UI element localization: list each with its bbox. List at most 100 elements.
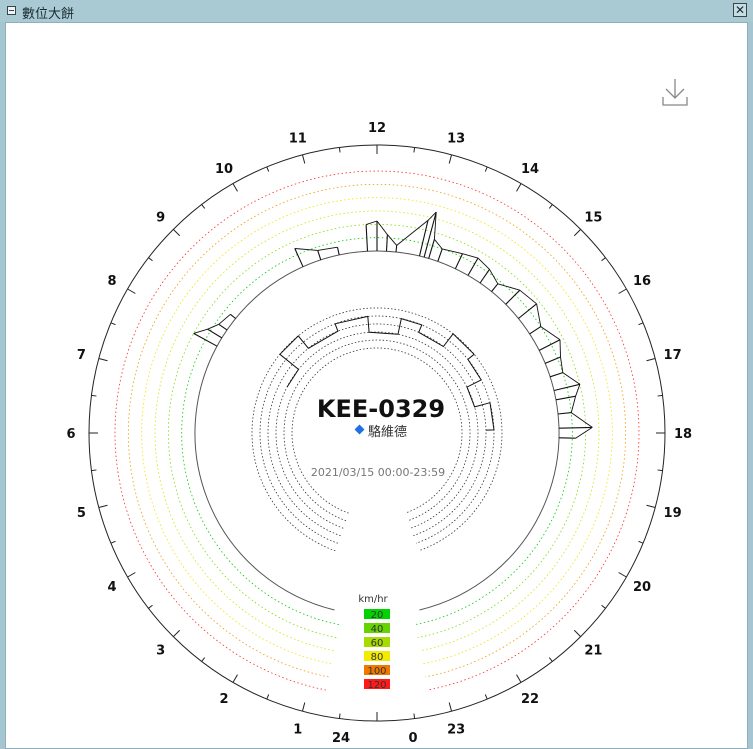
dial-tick xyxy=(266,166,270,172)
speed-trace xyxy=(462,253,479,259)
date-range: 2021/03/15 00:00-23:59 xyxy=(311,466,445,479)
dial-tick xyxy=(618,288,627,294)
dial-tick xyxy=(516,674,522,683)
dial-tick xyxy=(127,288,136,294)
speed-bar xyxy=(294,248,304,267)
close-button[interactable]: ✕ xyxy=(733,3,747,17)
dial-tick xyxy=(98,504,108,509)
diamond-icon xyxy=(354,424,365,435)
dial-tick xyxy=(201,204,206,209)
speed-bar xyxy=(467,257,479,276)
speed-bar xyxy=(336,247,340,256)
hour-label-12: 12 xyxy=(368,121,386,136)
speed-trace xyxy=(575,384,581,397)
hour-label-0: 0 xyxy=(408,731,417,746)
hour-label-22: 22 xyxy=(521,692,539,707)
speed-trace xyxy=(540,326,561,341)
speed-legend: km/hr 20 40 60 80 100 120 xyxy=(358,594,390,691)
speed-bar xyxy=(558,426,593,429)
dial-tick xyxy=(573,228,582,237)
hour-label-11: 11 xyxy=(289,131,307,146)
dial-tick xyxy=(601,604,606,609)
dial-tick xyxy=(232,183,238,192)
speed-trace xyxy=(294,248,318,251)
hour-label-14: 14 xyxy=(521,162,539,177)
hour-label-15: 15 xyxy=(584,211,602,226)
hour-label-6: 6 xyxy=(66,427,75,442)
speed-trace xyxy=(387,234,398,246)
hour-label-10: 10 xyxy=(215,162,233,177)
speed-bar xyxy=(207,328,223,339)
speed-bar xyxy=(193,332,218,347)
speed-trace xyxy=(317,246,338,251)
legend-label-80: 80 xyxy=(371,652,384,663)
title-bar[interactable]: 數位大餅 ✕ xyxy=(0,0,753,22)
legend-label-120: 120 xyxy=(367,680,386,691)
dial-tick xyxy=(148,257,153,262)
dial-tick xyxy=(266,694,270,700)
radial-speed-chart: 0123456789101112131415161718192021222324… xyxy=(66,77,692,746)
speed-trace xyxy=(562,372,581,385)
legend-label-40: 40 xyxy=(371,624,384,635)
speed-bar xyxy=(544,356,561,364)
hour-label-4: 4 xyxy=(107,580,116,595)
dial-tick xyxy=(172,629,181,638)
dial-tick xyxy=(232,674,238,683)
dial-tick xyxy=(413,713,416,719)
hour-label-18: 18 xyxy=(674,427,692,442)
dial-tick xyxy=(172,228,181,237)
dial-tick xyxy=(127,572,136,578)
download-icon[interactable] xyxy=(660,77,690,107)
dial-tick xyxy=(110,322,116,326)
speed-bar xyxy=(538,339,561,351)
app-window: 數位大餅 ✕ 0 1 2 3 4 5 6 7 8 9 10 11 12 13 14 15 16 17 18 19 20 2… xyxy=(0,0,753,749)
speed-trace xyxy=(560,356,564,373)
speed-trace xyxy=(193,328,208,334)
speed-bar xyxy=(557,412,572,415)
speed-bar xyxy=(317,250,322,261)
hour-label-7: 7 xyxy=(77,348,86,363)
speed-bar xyxy=(454,253,463,269)
speed-bar xyxy=(549,372,563,378)
hour-label-16: 16 xyxy=(633,274,651,289)
driver-name: 駱維德 xyxy=(368,424,407,440)
legend-unit: km/hr xyxy=(358,594,388,605)
chart-panel: 0 1 2 3 4 5 6 7 8 9 10 11 12 13 14 15 16 17 18 19 20 21 22 23 24… xyxy=(5,22,748,749)
speed-bar xyxy=(553,383,581,392)
legend-label-60: 60 xyxy=(371,638,384,649)
hour-label-5: 5 xyxy=(77,506,86,521)
hour-label-24: 24 xyxy=(332,731,350,746)
speed-bar xyxy=(479,268,490,284)
legend-label-20: 20 xyxy=(371,610,384,621)
dial-tick xyxy=(484,694,488,700)
hour-label-23: 23 xyxy=(447,723,465,738)
dial-tick xyxy=(201,657,206,662)
window-title: 數位大餅 xyxy=(22,7,75,22)
hour-label-20: 20 xyxy=(633,580,651,595)
speed-trace xyxy=(376,220,388,235)
dial-tick xyxy=(91,394,97,397)
dial-tick xyxy=(301,702,306,712)
speed-bar xyxy=(555,395,576,401)
hour-label-21: 21 xyxy=(584,643,602,658)
dial-tick xyxy=(413,147,416,153)
speed-trace xyxy=(497,283,520,291)
speed-bar xyxy=(529,326,542,335)
hour-label-17: 17 xyxy=(664,348,682,363)
speed-trace xyxy=(218,313,231,325)
speed-bar xyxy=(437,248,443,262)
hour-label-13: 13 xyxy=(447,131,465,146)
dial-tick xyxy=(657,469,663,472)
vehicle-plate: KEE-0329 xyxy=(317,395,445,423)
speed-trace xyxy=(489,269,499,285)
dial-tick xyxy=(516,183,522,192)
dial-tick xyxy=(601,257,606,262)
hour-label-1: 1 xyxy=(293,723,302,738)
dial-tick xyxy=(548,657,553,662)
dial-tick xyxy=(646,357,656,362)
window-menu-icon[interactable] xyxy=(7,6,16,15)
dial-tick xyxy=(548,204,553,209)
speed-bar xyxy=(230,313,236,319)
speed-trace xyxy=(571,412,593,428)
dial-tick xyxy=(301,154,306,164)
